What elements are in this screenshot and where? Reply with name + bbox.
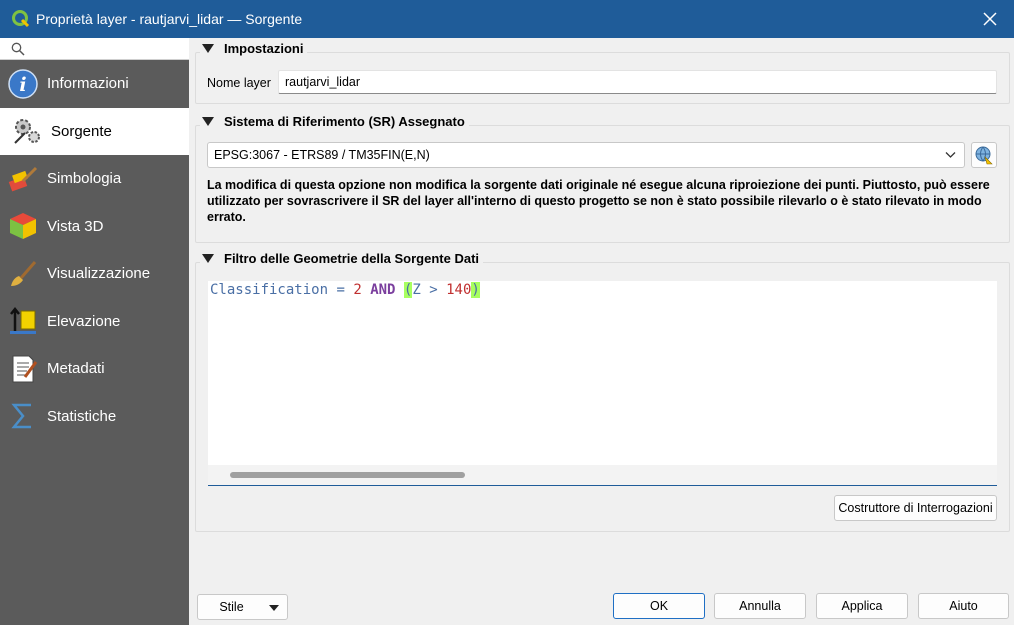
sidebar-search[interactable] (0, 38, 189, 60)
sidebar-item-label: Visualizzazione (47, 265, 151, 283)
sidebar-item-simbologia[interactable]: Simbologia (0, 155, 189, 203)
sidebar-item-label: Simbologia (47, 170, 122, 188)
filter-group-header[interactable]: Filtro delle Geometrie della Sorgente Da… (200, 251, 484, 266)
expr-paren-close: ) (471, 282, 480, 298)
source-gear-icon (11, 115, 43, 147)
close-icon[interactable] (980, 9, 1000, 29)
metadata-icon (7, 353, 39, 385)
title-bar: Proprietà layer - rautjarvi_lidar — Sorg… (0, 0, 1014, 38)
layer-name-label: Nome layer (207, 76, 271, 90)
sidebar-item-sorgente[interactable]: Sorgente (0, 107, 189, 155)
cancel-button[interactable]: Annulla (714, 593, 806, 619)
window-title: Proprietà layer - rautjarvi_lidar — Sorg… (36, 11, 303, 27)
crs-select[interactable]: EPSG:3067 - ETRS89 / TM35FIN(E,N) (207, 142, 965, 168)
main-panel: Impostazioni Nome layer rautjarvi_lidar … (189, 38, 1014, 625)
query-builder-button[interactable]: Costruttore di Interrogazioni (834, 495, 997, 521)
sidebar-item-label: Vista 3D (47, 217, 104, 235)
filter-expression-editor[interactable]: Classification = 2 AND (Z > 140) (208, 281, 997, 486)
scrollbar-thumb[interactable] (230, 472, 465, 478)
sidebar-item-statistiche[interactable]: Statistiche (0, 393, 189, 441)
sidebar-item-label: Informazioni (47, 75, 129, 93)
sidebar-item-vista-3d[interactable]: Vista 3D (0, 203, 189, 251)
layer-name-input[interactable]: rautjarvi_lidar (278, 70, 997, 94)
apply-button[interactable]: Applica (816, 593, 908, 619)
sidebar-item-elevazione[interactable]: Elevazione (0, 298, 189, 346)
expr-field: Z (412, 282, 421, 298)
elevation-icon (7, 305, 39, 337)
style-dropdown-button[interactable]: Stile (197, 594, 288, 620)
sigma-icon (7, 400, 39, 432)
filter-expression-text: Classification = 2 AND (Z > 140) (210, 281, 480, 299)
sidebar-item-label: Statistiche (47, 407, 117, 425)
collapse-triangle-icon (202, 254, 214, 263)
search-icon (11, 42, 25, 56)
sidebar-item-metadati[interactable]: Metadati (0, 345, 189, 393)
sidebar-item-label: Elevazione (47, 312, 121, 330)
caret-down-icon (269, 605, 279, 611)
help-button[interactable]: Aiuto (918, 593, 1009, 619)
rendering-brush-icon (7, 258, 39, 290)
crs-selector-button[interactable] (971, 142, 997, 168)
expr-value: 140 (446, 282, 472, 298)
sidebar: i Informazioni Sorgente Simbologia Vista… (0, 38, 189, 625)
cube-3d-icon (7, 210, 39, 242)
sidebar-item-label: Metadati (47, 360, 105, 378)
sidebar-item-informazioni[interactable]: i Informazioni (0, 60, 189, 108)
crs-warning-note: La modifica di questa opzione non modifi… (207, 178, 990, 224)
expr-field: Classification (210, 282, 329, 298)
settings-group-header[interactable]: Impostazioni (200, 41, 308, 56)
symbology-brush-icon (7, 163, 39, 195)
sidebar-item-visualizzazione[interactable]: Visualizzazione (0, 250, 189, 298)
sidebar-item-label: Sorgente (51, 122, 112, 140)
ok-button[interactable]: OK (613, 593, 705, 619)
svg-text:i: i (19, 74, 26, 96)
qgis-logo-icon (12, 10, 30, 28)
info-icon: i (7, 68, 39, 100)
crs-group-header[interactable]: Sistema di Riferimento (SR) Assegnato (200, 114, 469, 129)
horizontal-scrollbar[interactable] (208, 465, 997, 485)
globe-crs-icon (975, 146, 993, 165)
expr-keyword: AND (370, 282, 396, 298)
expr-op: > (420, 282, 447, 298)
settings-group: Impostazioni Nome layer rautjarvi_lidar (195, 41, 1010, 104)
crs-group: Sistema di Riferimento (SR) Assegnato EP… (195, 114, 1010, 243)
collapse-triangle-icon (202, 44, 214, 53)
expr-value: 2 (353, 282, 362, 298)
collapse-triangle-icon (202, 117, 214, 126)
expr-op: = (328, 282, 354, 298)
chevron-down-icon (945, 152, 956, 158)
filter-group: Filtro delle Geometrie della Sorgente Da… (195, 251, 1010, 532)
